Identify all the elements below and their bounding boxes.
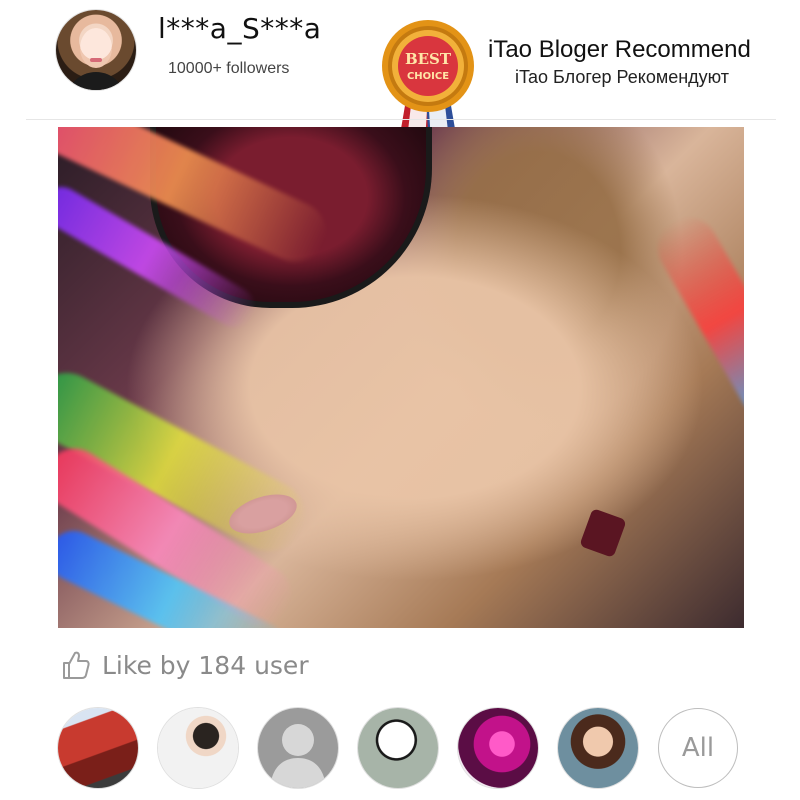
liker-avatars: All (58, 708, 758, 788)
main-post-photo[interactable] (58, 127, 744, 628)
blogger-avatar[interactable] (56, 10, 136, 90)
badge-line2: CHOICE (407, 71, 449, 82)
liker-avatar[interactable] (58, 708, 138, 788)
liker-avatar[interactable] (358, 708, 438, 788)
default-user-icon (270, 724, 326, 788)
header-divider (26, 119, 776, 120)
avatar-shirt (66, 72, 126, 90)
recommend-title-ru: iTao Блогер Рекомендуют (515, 67, 730, 87)
followers-count: 10000+ followers (168, 60, 290, 77)
liker-avatar-placeholder[interactable] (258, 708, 338, 788)
photo-earring (579, 508, 627, 558)
blogger-username[interactable]: l***a_S***a (158, 12, 321, 45)
badge-line1: BEST (405, 50, 452, 68)
liker-avatar[interactable] (158, 708, 238, 788)
avatar-face (80, 28, 112, 68)
like-count-text: Like by 184 user (102, 650, 309, 680)
recommend-title-en: iTao Bloger Recommend (488, 36, 751, 63)
blogger-header: l***a_S***a 10000+ followers BEST CHOICE… (0, 0, 800, 166)
liker-avatar[interactable] (458, 708, 538, 788)
avatar-lips (90, 58, 102, 62)
thumbs-up-icon[interactable] (60, 649, 92, 681)
liker-avatar[interactable] (558, 708, 638, 788)
view-all-likers-button[interactable]: All (658, 708, 738, 788)
photo-light-streak-right (647, 206, 744, 428)
like-summary[interactable]: Like by 184 user (60, 645, 309, 685)
